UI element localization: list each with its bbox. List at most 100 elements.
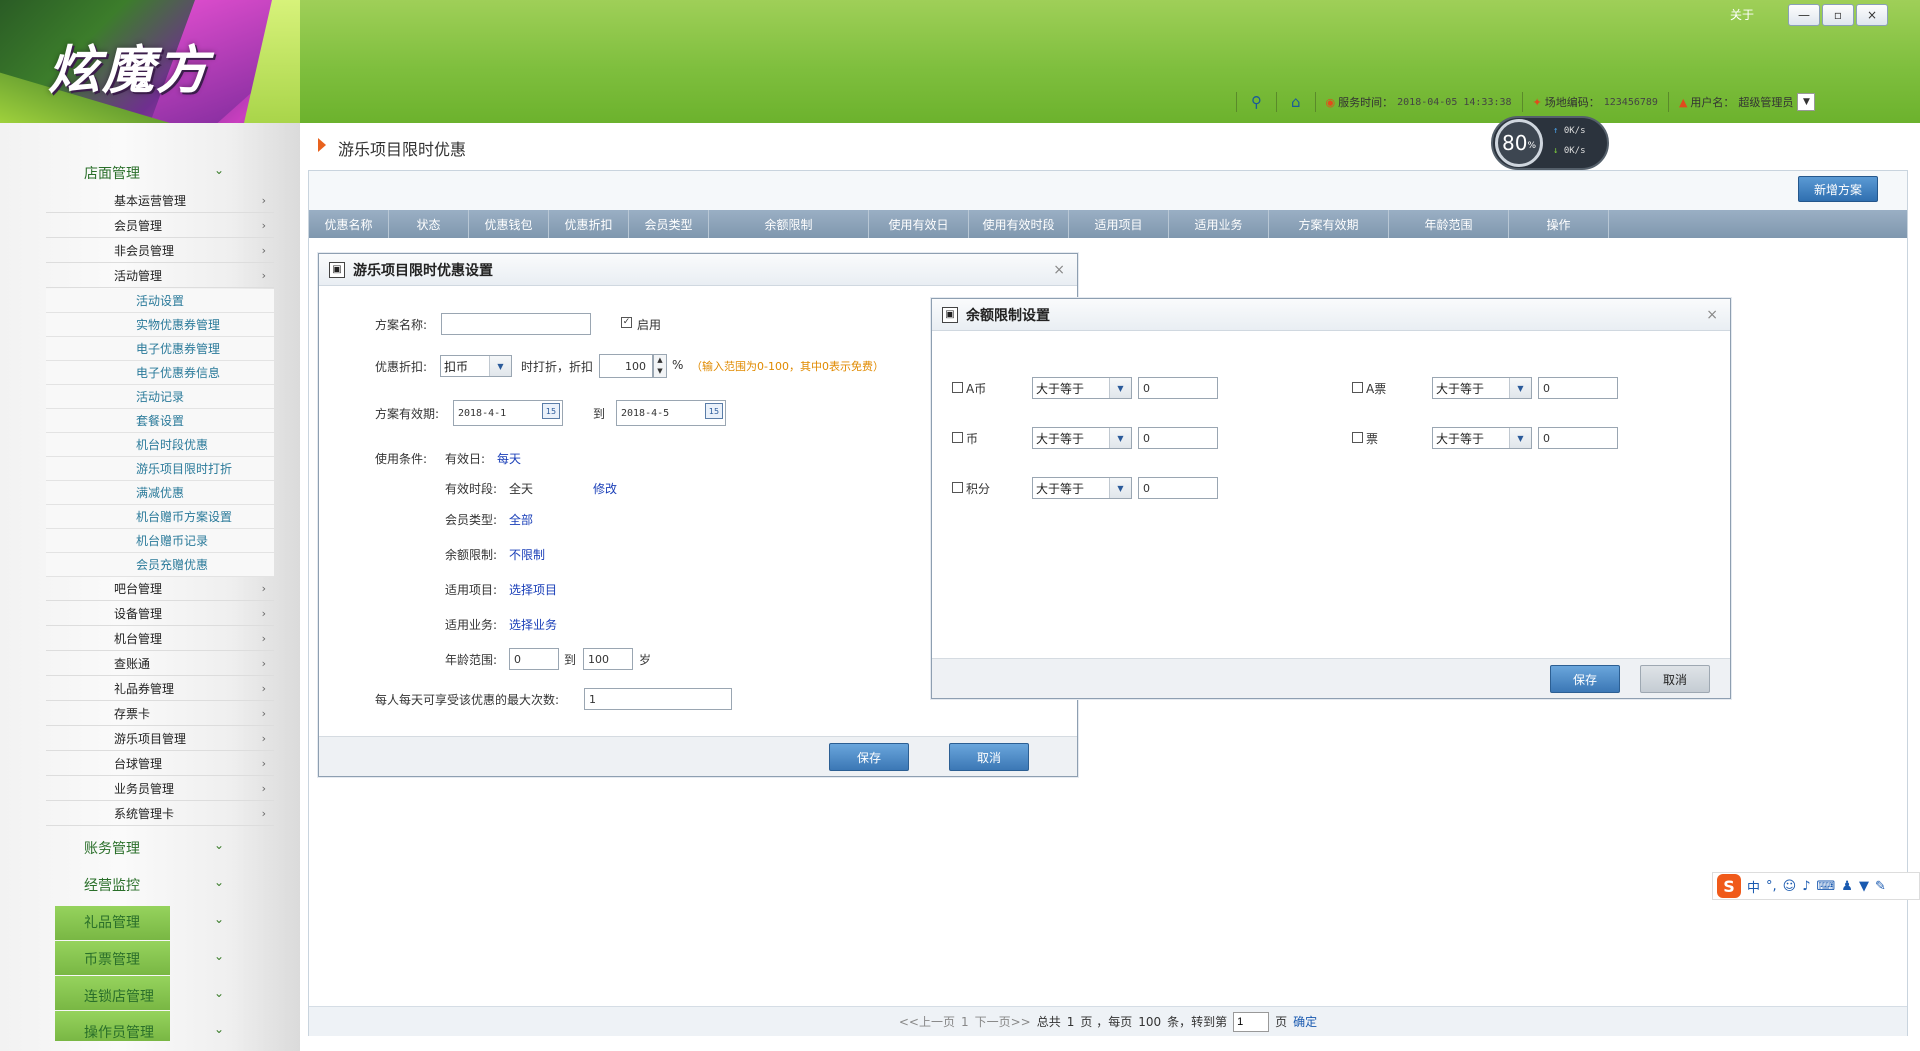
save-button[interactable]: 保存 xyxy=(1550,665,1620,693)
column-header[interactable]: 适用项目 xyxy=(1069,210,1169,238)
sidebar-subitem[interactable]: 满减优惠 xyxy=(46,481,274,505)
sidebar-item[interactable]: 游乐项目管理 › xyxy=(46,727,274,751)
modify-time-link[interactable]: 修改 xyxy=(593,480,617,497)
column-header[interactable]: 余额限制 xyxy=(709,210,869,238)
column-header[interactable]: 方案有效期 xyxy=(1269,210,1389,238)
sidebar-group-coins[interactable]: 币票管理 ⌄ xyxy=(84,949,224,969)
ticket-value-input[interactable]: 0 xyxy=(1538,427,1618,449)
home-icon[interactable]: ⌂ xyxy=(1291,93,1301,111)
calendar-icon[interactable]: 15 xyxy=(705,403,723,419)
column-header[interactable]: 优惠钱包 xyxy=(469,210,549,238)
punctuation-icon[interactable]: °, xyxy=(1766,879,1777,894)
close-icon[interactable]: × xyxy=(1053,262,1065,278)
a-coin-op-select[interactable]: 大于等于 ▼ xyxy=(1032,377,1132,399)
column-header[interactable]: 会员类型 xyxy=(629,210,709,238)
sidebar-subitem[interactable]: 会员充赠优惠 xyxy=(46,553,274,577)
sidebar-group-store[interactable]: 店面管理 ⌄ xyxy=(84,163,224,183)
sidebar-item[interactable]: 吧台管理 › xyxy=(46,577,274,601)
keyboard-icon[interactable]: ⌨ xyxy=(1817,879,1836,894)
column-header[interactable]: 使用有效日 xyxy=(869,210,969,238)
member-type-link[interactable]: 全部 xyxy=(509,511,533,528)
skin-icon[interactable]: ▼ xyxy=(1859,879,1869,894)
sidebar-item[interactable]: 设备管理 › xyxy=(46,602,274,626)
sogou-logo-icon[interactable]: S xyxy=(1717,874,1741,898)
sidebar-subitem[interactable]: 活动设置 xyxy=(46,289,274,313)
goto-page-input[interactable] xyxy=(1233,1011,1270,1032)
points-value-input[interactable]: 0 xyxy=(1138,477,1218,499)
save-button[interactable]: 保存 xyxy=(829,743,909,771)
restore-button[interactable]: ▫ xyxy=(1822,4,1854,26)
select-project-link[interactable]: 选择项目 xyxy=(509,581,557,598)
close-icon[interactable]: × xyxy=(1706,307,1718,323)
sidebar-group-accounts[interactable]: 账务管理 ⌄ xyxy=(84,838,224,858)
network-gauge[interactable]: 80% ↑ 0K/s ↓ 0K/s xyxy=(1491,116,1609,170)
sidebar-group-gifts[interactable]: 礼品管理 ⌄ xyxy=(84,912,224,932)
sidebar-item[interactable]: 礼品券管理 › xyxy=(46,677,274,701)
sidebar-item-activity[interactable]: 活动管理 › xyxy=(46,264,274,288)
column-header[interactable]: 使用有效时段 xyxy=(969,210,1069,238)
age-to-input[interactable]: 100 xyxy=(583,648,633,670)
sidebar-subitem[interactable]: 套餐设置 xyxy=(46,409,274,433)
discount-value-input[interactable]: 100 xyxy=(599,354,653,378)
page-number[interactable]: 1 xyxy=(961,1015,969,1029)
sidebar-item[interactable]: 基本运营管理 › xyxy=(46,189,274,213)
discount-type-select[interactable]: 扣币 ▼ xyxy=(440,355,512,377)
tools-icon[interactable]: ✎ xyxy=(1875,879,1886,894)
sidebar-group-operators[interactable]: 操作员管理 ⌄ xyxy=(84,1022,224,1042)
sidebar-item[interactable]: 系统管理卡 › xyxy=(46,802,274,826)
select-business-link[interactable]: 选择业务 xyxy=(509,616,557,633)
a-ticket-value-input[interactable]: 0 xyxy=(1538,377,1618,399)
sidebar-subitem-active[interactable]: 游乐项目限时打折 xyxy=(46,457,274,481)
ticket-op-select[interactable]: 大于等于 ▼ xyxy=(1432,427,1532,449)
sidebar-item[interactable]: 机台管理 › xyxy=(46,627,274,651)
sidebar-item[interactable]: 非会员管理 › xyxy=(46,239,274,263)
a-ticket-op-select[interactable]: 大于等于 ▼ xyxy=(1432,377,1532,399)
points-op-select[interactable]: 大于等于 ▼ xyxy=(1032,477,1132,499)
goto-confirm-link[interactable]: 确定 xyxy=(1293,1013,1317,1030)
new-plan-button[interactable]: 新增方案 xyxy=(1798,176,1878,202)
prev-page-link[interactable]: <<上一页 xyxy=(899,1013,955,1030)
column-header[interactable]: 状态 xyxy=(389,210,469,238)
sidebar-subitem[interactable]: 机台赠币方案设置 xyxy=(46,505,274,529)
sidebar-subitem[interactable]: 电子优惠券管理 xyxy=(46,337,274,361)
sidebar-item[interactable]: 存票卡 › xyxy=(46,702,274,726)
cancel-button[interactable]: 取消 xyxy=(1640,665,1710,693)
column-header[interactable]: 适用业务 xyxy=(1169,210,1269,238)
sidebar-item[interactable]: 会员管理 › xyxy=(46,214,274,238)
ticket-checkbox[interactable] xyxy=(1352,432,1363,443)
emoji-icon[interactable]: ☺ xyxy=(1783,879,1797,894)
plan-name-input[interactable] xyxy=(441,313,591,335)
coin-op-select[interactable]: 大于等于 ▼ xyxy=(1032,427,1132,449)
sidebar-subitem[interactable]: 活动记录 xyxy=(46,385,274,409)
sidebar-group-chain[interactable]: 连锁店管理 ⌄ xyxy=(84,986,224,1006)
coin-checkbox[interactable] xyxy=(952,432,963,443)
sidebar-group-monitor[interactable]: 经营监控 ⌄ xyxy=(84,875,224,895)
sidebar-subitem[interactable]: 电子优惠券信息 xyxy=(46,361,274,385)
user-icon[interactable]: ♟ xyxy=(1841,879,1853,894)
valid-from-input[interactable]: 2018-4-1 15 xyxy=(453,400,563,426)
sidebar-item[interactable]: 台球管理 › xyxy=(46,752,274,776)
minimize-button[interactable]: — xyxy=(1788,4,1820,26)
column-header[interactable]: 操作 xyxy=(1509,210,1609,238)
coin-value-input[interactable]: 0 xyxy=(1138,427,1218,449)
sidebar-item[interactable]: 查账通 › xyxy=(46,652,274,676)
sidebar-subitem[interactable]: 机台赠币记录 xyxy=(46,529,274,553)
max-times-input[interactable]: 1 xyxy=(584,688,732,710)
next-page-link[interactable]: 下一页>> xyxy=(975,1013,1031,1030)
balance-limit-link[interactable]: 不限制 xyxy=(509,546,545,563)
valid-to-input[interactable]: 2018-4-5 15 xyxy=(616,400,726,426)
calendar-icon[interactable]: 15 xyxy=(542,403,560,419)
valid-day-link[interactable]: 每天 xyxy=(497,450,521,467)
a-ticket-checkbox[interactable] xyxy=(1352,382,1363,393)
column-header[interactable]: 年龄范围 xyxy=(1389,210,1509,238)
about-link[interactable]: 关于 xyxy=(1730,6,1754,23)
mic-icon[interactable]: ♪ xyxy=(1802,879,1810,894)
pin-icon[interactable]: ⚲ xyxy=(1251,93,1262,111)
cancel-button[interactable]: 取消 xyxy=(949,743,1029,771)
discount-stepper[interactable]: ▲ ▼ xyxy=(653,354,667,378)
close-window-button[interactable]: × xyxy=(1856,4,1888,26)
points-checkbox[interactable] xyxy=(952,482,963,493)
a-coin-checkbox[interactable] xyxy=(952,382,963,393)
age-from-input[interactable]: 0 xyxy=(509,648,559,670)
column-header[interactable]: 优惠名称 xyxy=(309,210,389,238)
